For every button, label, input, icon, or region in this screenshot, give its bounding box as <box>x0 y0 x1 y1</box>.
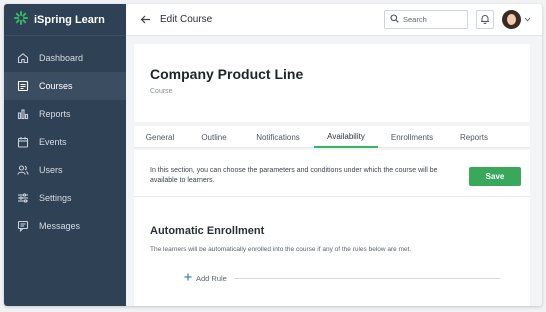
messages-icon <box>16 219 30 233</box>
app-name: iSpring Learn <box>34 13 105 26</box>
sidebar-item-users[interactable]: Users <box>4 156 126 184</box>
notifications-button[interactable] <box>476 10 494 29</box>
tab-general[interactable]: General <box>134 126 186 148</box>
sidebar-item-courses[interactable]: Courses <box>4 72 126 100</box>
search-icon <box>390 14 399 25</box>
reports-icon <box>16 107 30 121</box>
sidebar-item-label: Dashboard <box>39 53 84 63</box>
sidebar-item-label: Events <box>39 137 67 147</box>
tab-notifications[interactable]: Notifications <box>242 126 314 148</box>
brand[interactable]: iSpring Learn <box>4 4 126 36</box>
back-arrow-icon[interactable] <box>140 14 152 26</box>
sidebar-nav: Dashboard Courses Reports Events Users S… <box>4 44 126 240</box>
course-tabs: General Outline Notifications Availabili… <box>134 126 530 148</box>
sidebar-item-label: Settings <box>39 193 72 203</box>
add-rule-button[interactable]: Add Rule <box>184 273 227 283</box>
avatar[interactable] <box>502 10 521 29</box>
users-icon <box>16 163 30 177</box>
tab-availability[interactable]: Availability <box>314 126 378 148</box>
search-input[interactable]: Search <box>384 10 468 29</box>
add-rule-label: Add Rule <box>196 273 227 283</box>
home-icon <box>16 51 30 65</box>
sidebar-item-settings[interactable]: Settings <box>4 184 126 212</box>
page-title: Edit Course <box>160 14 213 25</box>
ispring-logo-icon <box>14 11 28 28</box>
search-placeholder: Search <box>403 15 427 24</box>
settings-icon <box>16 191 30 205</box>
plus-icon <box>184 273 192 283</box>
sidebar-item-dashboard[interactable]: Dashboard <box>4 44 126 72</box>
tab-enrollments[interactable]: Enrollments <box>378 126 446 148</box>
sidebar-item-label: Courses <box>39 81 73 91</box>
sidebar-item-label: Messages <box>39 221 81 231</box>
sidebar-item-reports[interactable]: Reports <box>4 100 126 128</box>
section-description: The learners will be automatically enrol… <box>150 246 412 253</box>
sidebar-item-events[interactable]: Events <box>4 128 126 156</box>
chevron-down-icon[interactable] <box>524 16 532 24</box>
sidebar: iSpring Learn Dashboard Courses Reports <box>4 4 126 306</box>
bell-icon <box>480 11 490 29</box>
divider <box>234 278 500 279</box>
course-title: Company Product Line <box>150 66 304 82</box>
sidebar-item-label: Users <box>39 165 63 175</box>
main-content: Edit Course Search Company Product Line … <box>126 4 542 306</box>
sidebar-item-label: Reports <box>39 109 71 119</box>
save-button[interactable]: Save <box>469 167 521 186</box>
availability-description: In this section, you can choose the para… <box>150 167 438 184</box>
section-title: Automatic Enrollment <box>150 225 265 237</box>
course-header-card: Company Product Line Course <box>134 44 530 122</box>
divider <box>134 196 530 197</box>
topbar: Edit Course Search <box>126 4 542 36</box>
course-type-label: Course <box>150 88 173 95</box>
courses-icon <box>16 79 30 93</box>
app-window: iSpring Learn Dashboard Courses Reports <box>4 4 542 306</box>
sidebar-item-messages[interactable]: Messages <box>4 212 126 240</box>
tab-outline[interactable]: Outline <box>186 126 242 148</box>
tab-reports[interactable]: Reports <box>446 126 502 148</box>
calendar-icon <box>16 135 30 149</box>
availability-panel: In this section, you can choose the para… <box>134 150 530 306</box>
